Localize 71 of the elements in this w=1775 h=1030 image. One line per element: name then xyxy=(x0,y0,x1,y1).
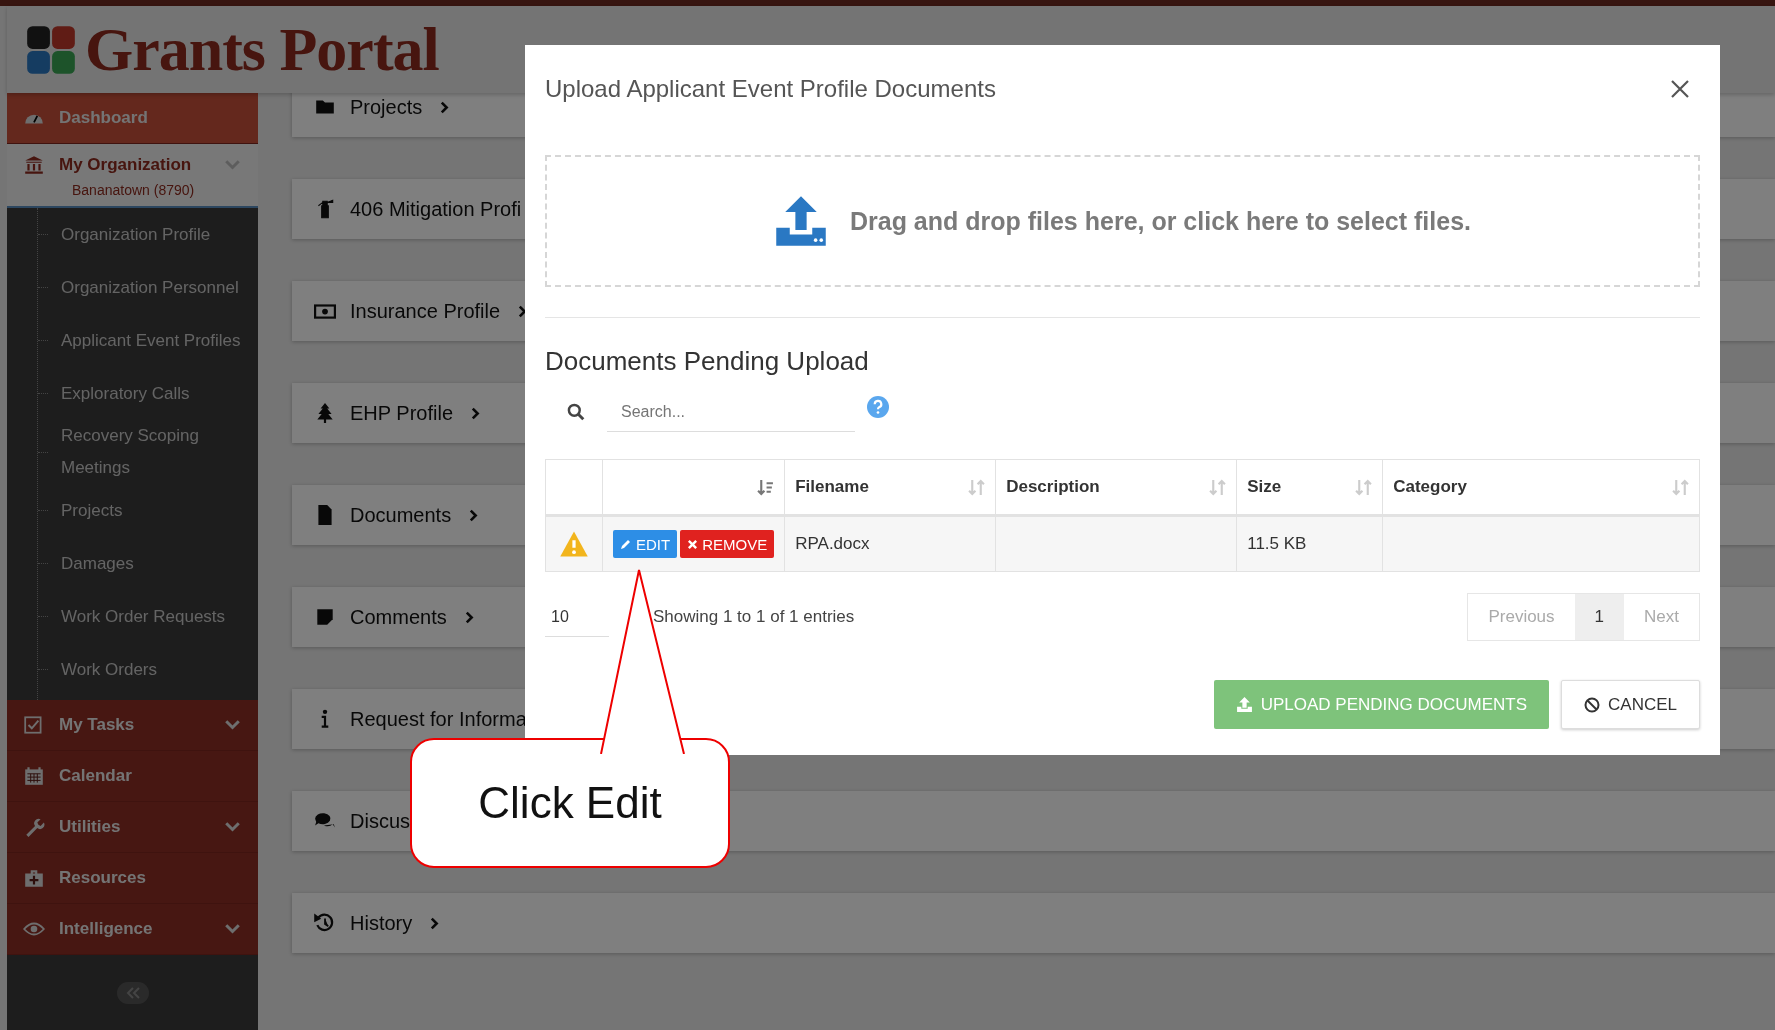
section-title: Comments xyxy=(350,605,447,629)
sort-icon[interactable] xyxy=(757,478,775,496)
dropzone[interactable]: Drag and drop files here, or click here to select files. xyxy=(545,155,1700,287)
chevron-icon xyxy=(225,720,240,730)
column-header[interactable]: Filename xyxy=(795,477,869,497)
ban-icon xyxy=(1584,696,1601,713)
collapse-icon xyxy=(124,986,141,999)
table-cell: 11.5 KB xyxy=(1247,534,1307,553)
logo-icon xyxy=(25,23,77,76)
section-title: Insurance Profile xyxy=(350,299,501,323)
section-title: 406 Mitigation Profi xyxy=(350,197,522,221)
submenu-item[interactable]: Organization Profile xyxy=(61,218,246,251)
chevron-icon xyxy=(464,610,474,624)
submenu-item[interactable]: Organization Personnel xyxy=(61,271,246,304)
section-title: EHP Profile xyxy=(350,401,453,425)
chevron-icon xyxy=(469,508,479,522)
sidebar-item[interactable]: My Organization Bananatown (8790) xyxy=(7,144,258,208)
sidebar-item[interactable]: Intelligence xyxy=(7,904,258,955)
section-title: Documents xyxy=(350,503,452,527)
logo-text: Grants Portal xyxy=(85,14,439,85)
section-title: History xyxy=(350,911,413,935)
chevron-icon xyxy=(225,924,240,934)
column-header[interactable]: Category xyxy=(1393,477,1467,497)
chevron-icon xyxy=(225,160,240,170)
chevron-icon xyxy=(430,916,440,930)
collapse-button[interactable] xyxy=(116,981,149,1004)
section-card[interactable]: History xyxy=(292,893,1775,953)
calendar-icon xyxy=(23,765,45,787)
sidebar-item[interactable]: My Tasks xyxy=(7,700,258,751)
submenu-item[interactable]: Damages xyxy=(61,547,246,580)
submenu-item[interactable]: Exploratory Calls xyxy=(61,377,246,410)
chevron-icon xyxy=(471,406,480,420)
close-icon xyxy=(1670,79,1690,99)
submenu-item[interactable]: Applicant Event Profiles xyxy=(61,324,246,357)
page-size-select[interactable]: 10 xyxy=(545,597,609,637)
section-heading: Documents Pending Upload xyxy=(545,346,870,377)
section-title: Request for Informa xyxy=(350,707,527,731)
search-icon xyxy=(567,403,585,421)
upload-button[interactable]: UPLOAD PENDING DOCUMENTS xyxy=(1213,680,1550,729)
entries-info: Showing 1 to 1 of 1 entries xyxy=(653,607,856,627)
section-title: Discus xyxy=(350,809,410,833)
upload-icon xyxy=(773,194,828,248)
sidebar-item[interactable]: Utilities xyxy=(7,802,258,853)
sidebar-item[interactable]: Calendar xyxy=(7,751,258,802)
help-icon[interactable] xyxy=(867,396,889,418)
submenu-item[interactable]: Recovery Scoping Meetings xyxy=(61,420,246,484)
sidebar-item[interactable]: Resources xyxy=(7,853,258,904)
dialog-title: Upload Applicant Event Profile Documents xyxy=(545,75,996,103)
submenu-item[interactable]: Projects xyxy=(61,494,246,527)
wrench-icon xyxy=(23,816,45,838)
column-header[interactable]: Description xyxy=(1006,477,1100,497)
column-header[interactable]: Size xyxy=(1247,477,1282,497)
chevron-icon xyxy=(225,822,240,832)
history-icon xyxy=(314,912,336,934)
kit-icon xyxy=(23,867,45,889)
pagination-button[interactable]: 1 xyxy=(1574,594,1625,640)
chevron-icon xyxy=(440,100,450,114)
edit-button[interactable]: EDIT xyxy=(613,530,678,558)
table-cell: RPA.docx xyxy=(795,534,870,553)
upload-icon xyxy=(1235,696,1253,713)
remove-button[interactable]: REMOVE xyxy=(680,530,775,558)
submenu-item[interactable]: Work Order Requests xyxy=(61,600,246,633)
section-title: Projects xyxy=(350,95,423,119)
pencil-icon xyxy=(620,538,632,550)
submenu-item[interactable]: Work Orders xyxy=(61,653,246,686)
note-icon xyxy=(314,606,336,628)
bank-icon xyxy=(23,154,45,176)
tree-icon xyxy=(314,402,336,424)
cancel-button[interactable]: CANCEL xyxy=(1561,680,1700,729)
x-icon xyxy=(687,538,699,550)
sidebar-item[interactable]: Dashboard xyxy=(7,93,258,144)
